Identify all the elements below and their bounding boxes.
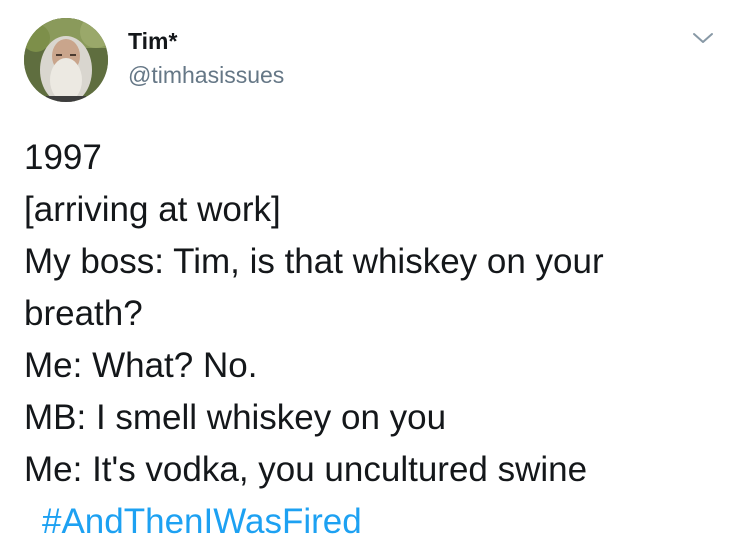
tweet-line: MB: I smell whiskey on you <box>24 398 447 437</box>
tweet-line: breath? <box>24 294 143 333</box>
tweet-text: 1997 [arriving at work] My boss: Tim, is… <box>24 132 714 548</box>
chevron-down-icon[interactable] <box>690 28 716 48</box>
tweet-line: Me: It's vodka, you uncultured swine <box>24 450 588 489</box>
avatar[interactable] <box>24 18 108 102</box>
bearded-man-avatar-icon <box>24 18 108 102</box>
hashtag-link[interactable]: #AndThenIWasFired <box>42 496 362 548</box>
author-display-name[interactable]: Tim* <box>128 28 177 55</box>
tweet-line: 1997 <box>24 138 102 177</box>
tweet-line: [arriving at work] <box>24 190 281 229</box>
tweet-line: Me: What? No. <box>24 346 258 385</box>
tweet-line: My boss: Tim, is that whiskey on your <box>24 242 604 281</box>
author-handle[interactable]: @timhasissues <box>128 62 284 89</box>
